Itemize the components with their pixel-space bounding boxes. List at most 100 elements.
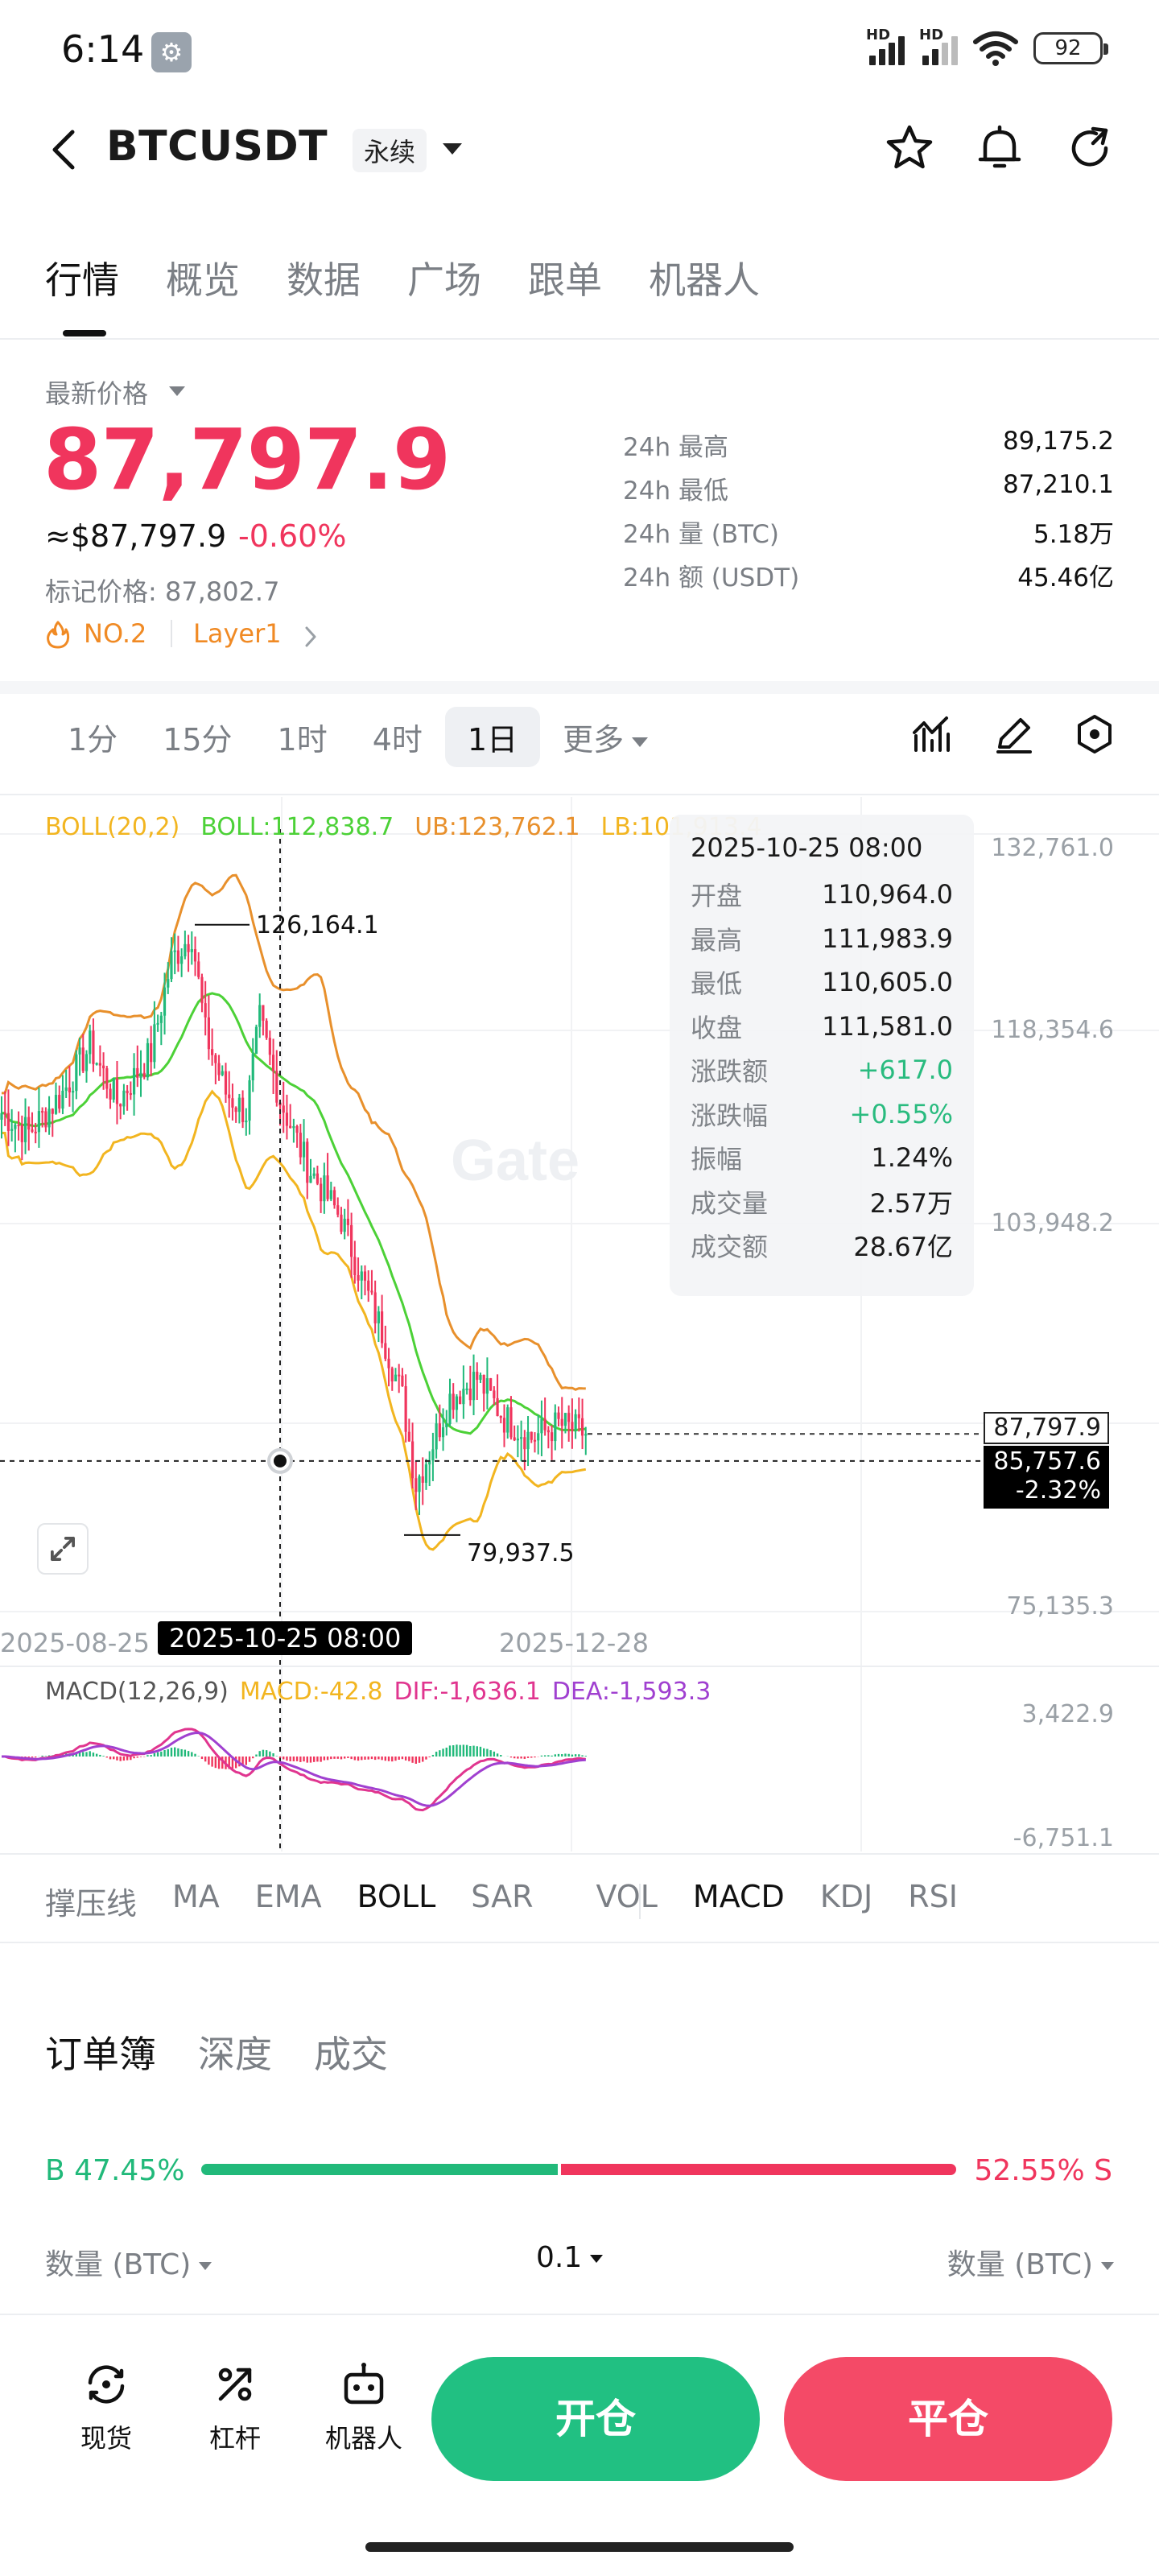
tab-bot[interactable]: 机器人 (649, 251, 760, 304)
candle-body (51, 1108, 54, 1114)
candle-body (462, 1389, 465, 1405)
price-step-select[interactable]: 0.1 (536, 2241, 604, 2274)
star-icon[interactable] (884, 122, 935, 174)
candle-body (509, 1407, 513, 1438)
expand-chart-button[interactable] (37, 1523, 89, 1575)
timeframe-1h[interactable]: 1时 (255, 707, 350, 767)
candle-body (574, 1414, 577, 1431)
main-tabs: 行情 概览 数据 广场 跟单 机器人 (45, 251, 760, 304)
candle-body (139, 1072, 142, 1078)
candle-body (547, 1430, 550, 1433)
signal-icon: HD (866, 27, 905, 65)
indicator-macd[interactable]: MACD (693, 1879, 785, 1923)
tab-trades[interactable]: 成交 (314, 2025, 388, 2079)
spot-button[interactable]: 现货 (58, 2359, 155, 2455)
candle-body (476, 1372, 479, 1381)
candle-body (254, 1026, 258, 1055)
indicator-ema[interactable]: EMA (255, 1879, 322, 1923)
candle-body (47, 1108, 51, 1128)
candle-body (499, 1416, 502, 1418)
candle-body (245, 1121, 248, 1123)
bell-icon[interactable] (974, 122, 1025, 174)
open-position-button[interactable]: 开仓 (431, 2357, 760, 2481)
left-column-header[interactable]: 数量 (BTC) (45, 2241, 212, 2283)
candle-body (496, 1397, 499, 1417)
share-icon[interactable] (1064, 122, 1116, 174)
candle-body (523, 1437, 526, 1450)
contract-type-chip[interactable]: 永续 (353, 129, 427, 172)
candle-body (64, 1087, 68, 1091)
bot-button[interactable]: 机器人 (316, 2359, 412, 2455)
candle-body (306, 1141, 309, 1183)
candlestick-chart[interactable]: Gate (0, 797, 1159, 1868)
candle-body (58, 1095, 61, 1109)
candle-body (231, 1098, 234, 1108)
tab-square[interactable]: 广场 (407, 251, 481, 304)
candle-body (262, 1005, 265, 1021)
indicator-boll[interactable]: BOLL (357, 1879, 436, 1923)
candle-body (112, 1078, 115, 1100)
battery-icon: 92 (1033, 32, 1108, 64)
candle-body (275, 1071, 278, 1103)
chevron-down-icon[interactable] (443, 143, 462, 155)
stat-row: 24h 最低 87,210.1 (623, 470, 1114, 506)
candle-body (85, 1054, 89, 1071)
tab-copy-trade[interactable]: 跟单 (528, 251, 602, 304)
chevron-right-icon[interactable] (303, 625, 319, 649)
indicator-kdj[interactable]: KDJ (820, 1879, 872, 1923)
home-indicator[interactable] (365, 2542, 794, 2552)
candle-body (520, 1437, 523, 1439)
pencil-icon[interactable] (992, 712, 1037, 757)
candle-body (316, 1173, 320, 1184)
rank-tag[interactable]: NO.2 (84, 618, 146, 649)
candle-body (167, 979, 170, 988)
leverage-button[interactable]: 杠杆 (187, 2359, 283, 2455)
tab-market[interactable]: 行情 (45, 251, 119, 304)
timeframe-1d[interactable]: 1日 (444, 707, 541, 767)
indicator-rsi[interactable]: RSI (908, 1879, 958, 1923)
timeframe-1m[interactable]: 1分 (45, 707, 140, 767)
divider (0, 338, 1159, 340)
tab-overview[interactable]: 概览 (166, 251, 240, 304)
stats-24h: 24h 最高 89,175.2 24h 最低 87,210.1 24h 量 (BTC… (623, 427, 1114, 601)
candle-body (299, 1133, 302, 1158)
candle-body (292, 1126, 295, 1129)
status-icons: HD HD 92 (866, 27, 1108, 66)
candle-body (27, 1117, 31, 1130)
tab-orderbook[interactable]: 订单簿 (45, 2025, 156, 2079)
tab-depth[interactable]: 深度 (198, 2025, 272, 2079)
spot-label: 现货 (80, 2423, 132, 2454)
symbol-title[interactable]: BTCUSDT (106, 122, 328, 171)
close-position-button[interactable]: 平仓 (784, 2357, 1112, 2481)
sector-tag[interactable]: Layer1 (193, 618, 282, 649)
timeframe-more[interactable]: 更多 (540, 707, 670, 767)
last-price-label[interactable]: 最新价格 (45, 374, 148, 411)
indicator-vol[interactable]: VOL (596, 1879, 657, 1923)
candle-body (217, 1063, 221, 1075)
tooltip-date: 2025-10-25 08:00 (691, 832, 923, 863)
crosshair-pct: -2.32% (1015, 1476, 1101, 1505)
candle-body (109, 1088, 112, 1100)
dif-value: DIF:-1,636.1 (394, 1678, 541, 1706)
candle-body (489, 1378, 493, 1391)
indicator-support[interactable]: 撑压线 (45, 1879, 137, 1923)
candle-body (228, 1094, 231, 1099)
right-column-header[interactable]: 数量 (BTC) (947, 2241, 1114, 2283)
timeframe-4h[interactable]: 4时 (350, 707, 445, 767)
candle-body (295, 1126, 299, 1133)
timeframe-15m[interactable]: 15分 (140, 707, 254, 767)
candle-body (54, 1095, 58, 1114)
chevron-down-icon[interactable] (169, 386, 185, 396)
indicator-chart-icon[interactable] (909, 712, 955, 757)
section-gap (0, 681, 1159, 694)
buy-ratio: B 47.45% (45, 2154, 185, 2187)
indicator-sar[interactable]: SAR (471, 1879, 533, 1923)
macd-dif-line (2, 1728, 586, 1812)
indicator-ma[interactable]: MA (172, 1879, 220, 1923)
settings-hex-icon[interactable] (1072, 712, 1117, 757)
candle-body (343, 1218, 346, 1232)
back-icon[interactable] (48, 127, 80, 172)
candle-body (398, 1374, 401, 1377)
tab-data[interactable]: 数据 (287, 251, 361, 304)
candle-body (72, 1091, 75, 1093)
